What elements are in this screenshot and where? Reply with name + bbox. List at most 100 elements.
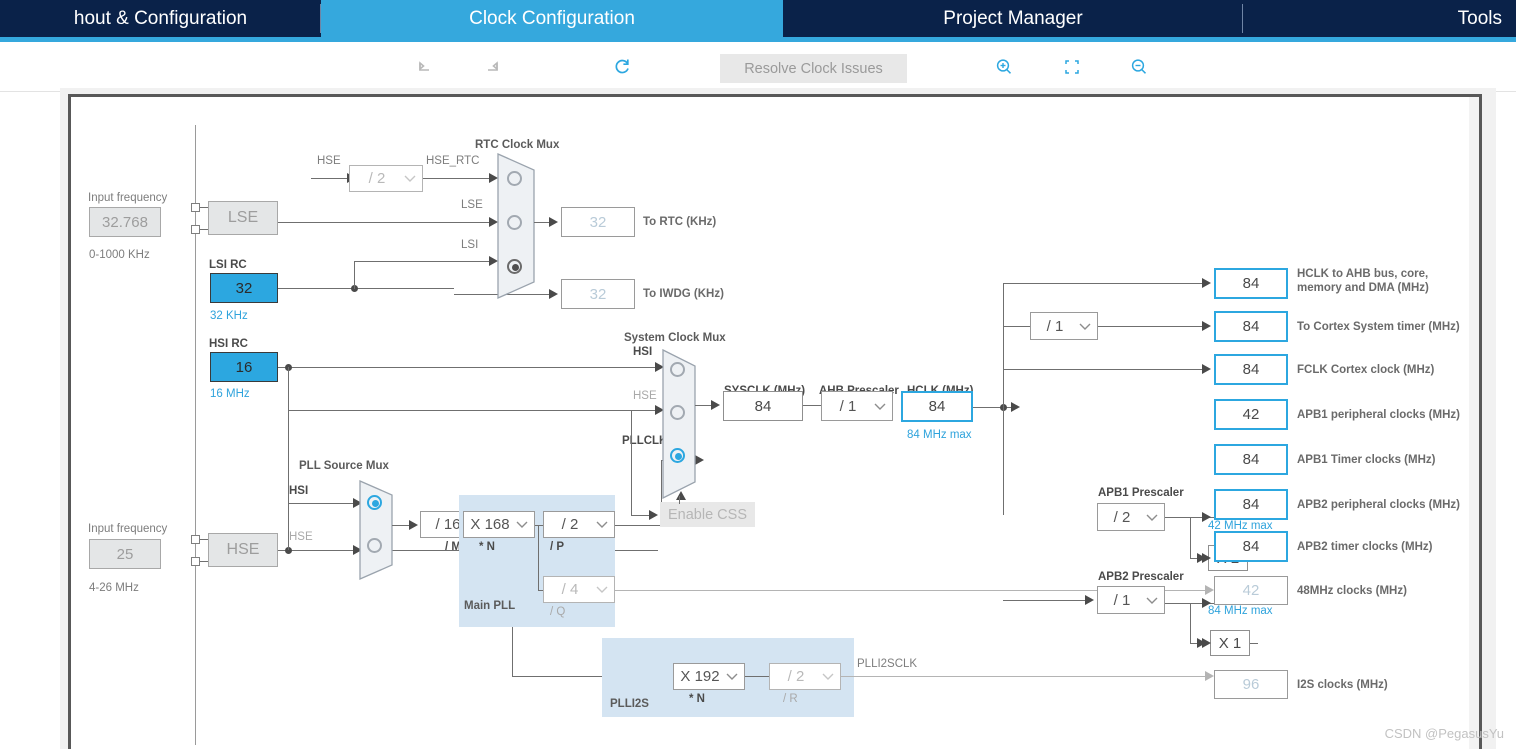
tab-pinout-configuration[interactable]: hout & Configuration xyxy=(0,0,321,37)
pclk2-max-label: 84 MHz max xyxy=(1208,605,1273,617)
rtc-mux-option-lse[interactable] xyxy=(507,215,522,230)
output-field-hclk-ahb: 84 xyxy=(1214,268,1288,299)
hsi-rc-title: HSI RC xyxy=(209,338,248,350)
cortex-systimer-prescaler-combo[interactable]: / 1 xyxy=(1030,312,1098,340)
lse-to-rtc-mux-wire xyxy=(278,222,492,223)
output-label-cortex-systimer: To Cortex System timer (MHz) xyxy=(1297,321,1460,333)
pll-n-label: * N xyxy=(479,541,495,553)
apb2-prescaler-combo[interactable]: / 1 xyxy=(1097,586,1165,614)
ahb-prescaler-combo[interactable]: / 1 xyxy=(821,391,893,421)
tab-tools[interactable]: Tools xyxy=(1243,0,1516,37)
sysclk-to-ahb-wire xyxy=(803,405,821,406)
apb1-prescaler-combo[interactable]: / 2 xyxy=(1097,503,1165,531)
rtc-mux-option-hse-rtc[interactable] xyxy=(507,171,522,186)
hse-pin-top-wire xyxy=(200,539,208,540)
to-iwdg-value: 32 xyxy=(589,285,607,303)
hse-input-frequency-field[interactable]: 25 xyxy=(89,539,161,569)
fclk-out-arrow xyxy=(1202,364,1211,374)
plli2s-n-multiplier-combo[interactable]: X 192 xyxy=(673,663,745,690)
output-value: 84 xyxy=(1242,361,1260,378)
pll-q-divider-value: / 4 xyxy=(561,581,579,598)
output-value: 84 xyxy=(1242,318,1260,335)
lsi-rc-value: 32 xyxy=(235,279,253,297)
chevron-down-icon xyxy=(868,402,892,411)
tab-clock-configuration[interactable]: Clock Configuration xyxy=(321,0,783,37)
rtc-clock-mux[interactable] xyxy=(496,153,536,299)
lsi-rc-value-field[interactable]: 32 xyxy=(210,273,278,303)
pll-mux-option-hsi[interactable] xyxy=(367,495,382,510)
output-label-i2s: I2S clocks (MHz) xyxy=(1297,679,1388,691)
tab-label: Project Manager xyxy=(943,7,1083,29)
plli2sclk-to-out-arrow xyxy=(1205,671,1214,681)
apb2-timer-multiplier-value: X 1 xyxy=(1218,634,1242,652)
resolve-clock-issues-button[interactable]: Resolve Clock Issues xyxy=(720,54,907,83)
lse-oscillator-block[interactable]: LSE xyxy=(208,201,278,235)
undo-button[interactable] xyxy=(408,42,442,92)
hsi-rc-value-field[interactable]: 16 xyxy=(210,352,278,382)
css-in-arrow xyxy=(649,510,658,520)
hse-rtc-label: HSE_RTC xyxy=(426,155,480,167)
output-label-apb1-periph: APB1 peripheral clocks (MHz) xyxy=(1297,409,1460,421)
lse-input-frequency-field[interactable]: 32.768 xyxy=(89,207,161,237)
pll-p-divider-combo[interactable]: / 2 xyxy=(543,511,615,538)
output-value: 84 xyxy=(1242,538,1260,555)
sys-mux-option-pllclk[interactable] xyxy=(670,448,685,463)
apb1-prescaler-label: APB1 Prescaler xyxy=(1098,487,1184,499)
pll-mux-option-hse[interactable] xyxy=(367,538,382,553)
hsi-to-pll-mux-wire xyxy=(288,503,356,504)
system-clock-mux[interactable] xyxy=(661,349,697,499)
lsi-rc-unit: 32 KHz xyxy=(210,310,248,322)
sys-mux-option-hse[interactable] xyxy=(670,405,685,420)
hclk-field[interactable]: 84 xyxy=(901,391,973,422)
plli2s-r-divider-combo[interactable]: / 2 xyxy=(769,663,841,690)
canvas-vertical-scrollbar[interactable] xyxy=(1469,97,1479,749)
n-to-p-wire xyxy=(535,525,543,526)
n-to-q-wire xyxy=(538,590,543,591)
enable-css-button[interactable]: Enable CSS xyxy=(660,502,755,527)
rtc-lsi-input-label: LSI xyxy=(461,239,479,251)
hse-oscillator-label: HSE xyxy=(226,541,260,558)
pll-source-mux[interactable] xyxy=(358,480,394,580)
hclk-bus-vertical xyxy=(1003,283,1004,515)
lse-input-frequency-value: 32.768 xyxy=(102,213,148,231)
lsi-out-wire xyxy=(278,288,454,289)
redo-button[interactable] xyxy=(475,42,509,92)
hclk-to-cortex-presc-wire xyxy=(1003,326,1031,327)
hclk-ahb-out-arrow xyxy=(1202,278,1211,288)
plli2s-n-label: * N xyxy=(689,693,705,705)
hse-oscillator-block[interactable]: HSE xyxy=(208,533,278,567)
hsi-rc-value: 16 xyxy=(235,358,253,376)
main-tab-bar: hout & Configuration Clock Configuration… xyxy=(0,0,1516,37)
zoom-out-button[interactable] xyxy=(1122,42,1156,92)
rtc-hse-divider-combo[interactable]: / 2 xyxy=(349,165,423,192)
zoom-in-button[interactable] xyxy=(987,42,1021,92)
chevron-down-icon xyxy=(1073,322,1097,331)
hclk-to-apb2-wire xyxy=(1003,600,1089,601)
pll-q-divider-combo[interactable]: / 4 xyxy=(543,576,615,603)
plli2s-n-multiplier-value: X 192 xyxy=(680,668,720,685)
sys-mux-option-hsi[interactable] xyxy=(670,362,685,377)
apb1-prescaler-value: / 2 xyxy=(1113,508,1131,526)
refresh-button[interactable] xyxy=(606,42,640,92)
output-value: 84 xyxy=(1242,496,1260,513)
tab-project-manager[interactable]: Project Manager xyxy=(783,0,1243,37)
rtc-mux-option-lsi[interactable] xyxy=(507,259,522,274)
to-rtc-value: 32 xyxy=(589,213,607,231)
chevron-down-icon xyxy=(1140,596,1164,605)
rtc-clock-mux-title: RTC Clock Mux xyxy=(475,139,560,151)
fit-to-screen-button[interactable] xyxy=(1055,42,1089,92)
plli2s-title: PLLI2S xyxy=(610,698,649,710)
output-value: 96 xyxy=(1242,676,1260,693)
sysclk-field: 84 xyxy=(723,391,803,421)
ahb-prescaler-value: / 1 xyxy=(839,397,857,415)
to-rtc-output-field: 32 xyxy=(561,207,635,237)
clock-tree-frame: Input frequency 32.768 0-1000 KHz LSE LS… xyxy=(68,94,1482,749)
hclk-to-apb1-arrow xyxy=(1011,402,1020,412)
to-iwdg-output-field: 32 xyxy=(561,279,635,309)
chevron-down-icon xyxy=(590,585,614,594)
pll-q-label: / Q xyxy=(550,606,566,618)
pll-n-multiplier-combo[interactable]: X 168 xyxy=(463,511,535,538)
hsi-out-wire xyxy=(278,367,658,368)
css-to-mux-wire xyxy=(679,496,680,504)
hclk-value: 84 xyxy=(928,398,946,415)
